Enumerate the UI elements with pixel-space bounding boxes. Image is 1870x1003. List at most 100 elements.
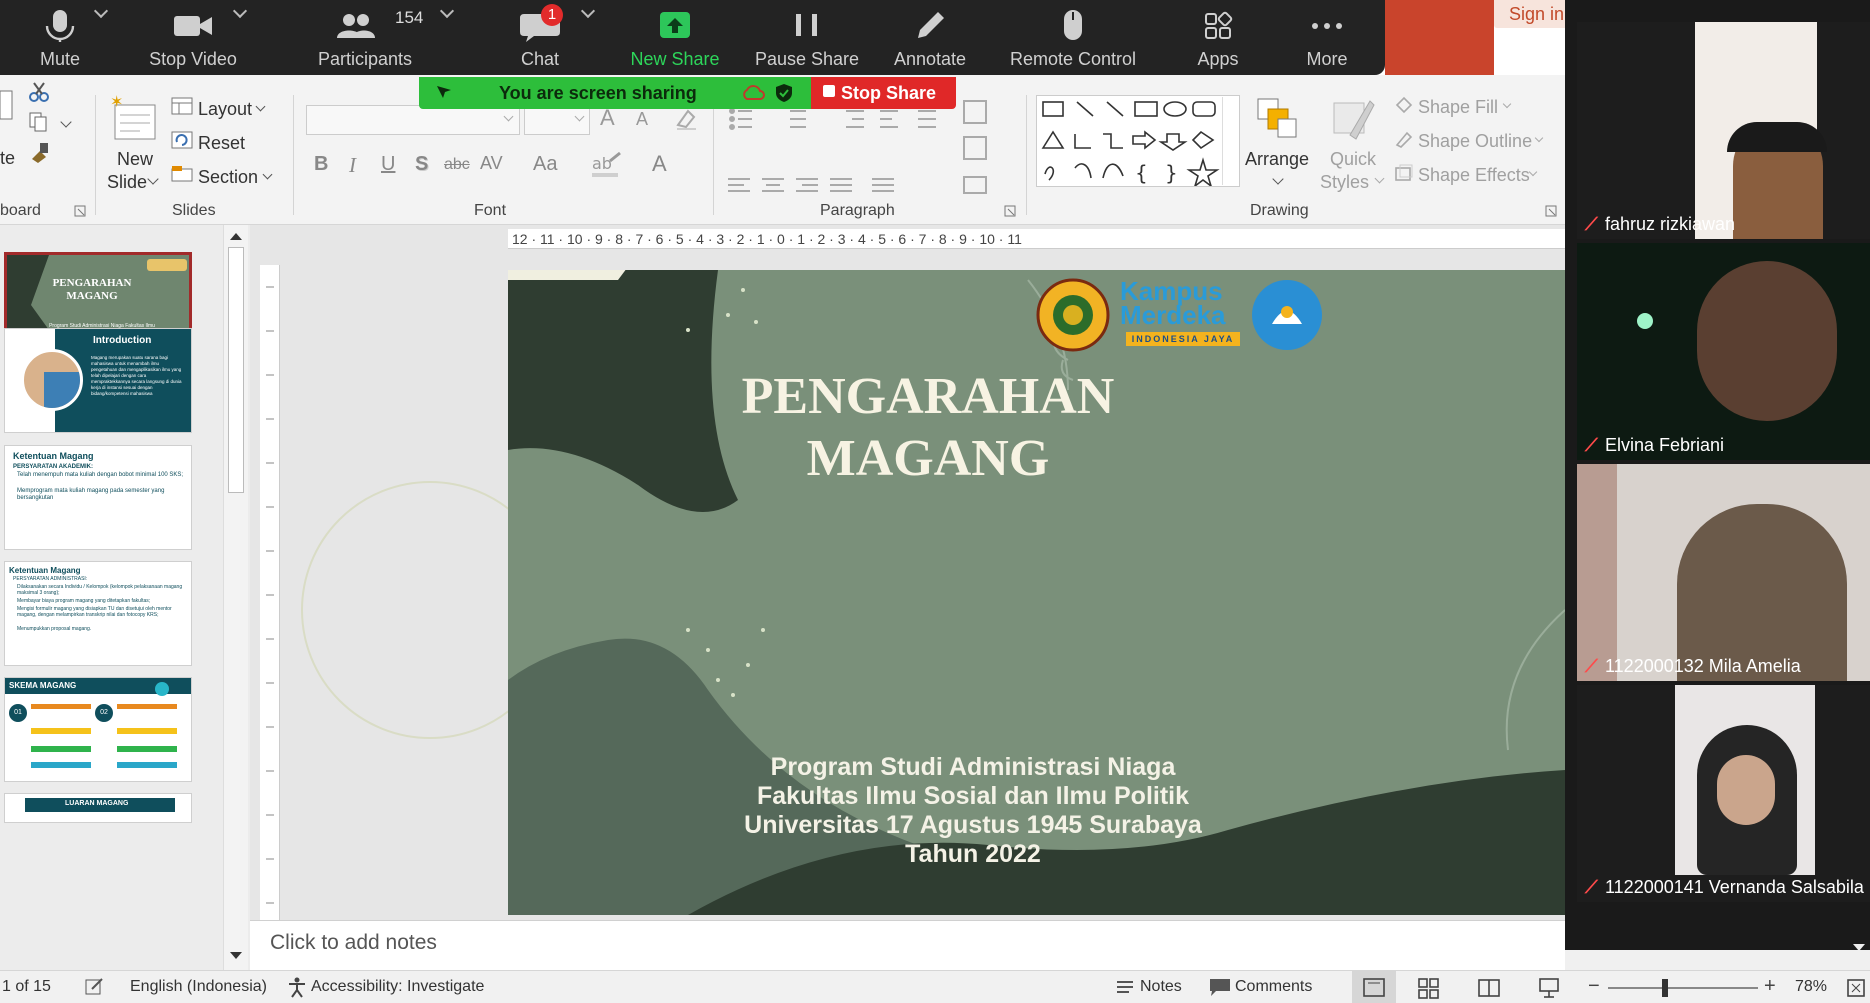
accessibility-status[interactable]: Accessibility: Investigate xyxy=(311,978,484,996)
font-color-icon[interactable]: A xyxy=(652,151,667,177)
arrange-icon[interactable] xyxy=(1254,95,1300,141)
shape-effects-dropdown-icon[interactable] xyxy=(1528,167,1538,177)
notes-pane[interactable]: Click to add notes xyxy=(250,920,1565,970)
underline-button[interactable]: U xyxy=(381,153,395,176)
shapes-icons[interactable]: {} xyxy=(1037,96,1237,189)
shape-outline-button[interactable]: Shape Outline xyxy=(1418,131,1532,152)
stop-share-button[interactable]: Stop Share xyxy=(811,77,956,109)
chat-button[interactable]: Chat xyxy=(500,6,580,72)
slideshow-icon[interactable] xyxy=(1538,977,1560,999)
arrange-dropdown-icon[interactable] xyxy=(1272,173,1284,185)
font-name-combo[interactable] xyxy=(306,105,520,135)
slide-thumbnail-2[interactable]: Introduction Magang merupakan suatu sara… xyxy=(4,328,192,433)
video-tile[interactable]: ⟋ fahruz rizkiawan xyxy=(1577,22,1870,239)
zoom-in-icon[interactable]: + xyxy=(1764,975,1776,998)
scrollbar-thumb[interactable] xyxy=(228,247,244,493)
normal-view-button[interactable] xyxy=(1352,971,1396,1003)
copy-dropdown-icon[interactable] xyxy=(60,116,72,128)
section-icon[interactable] xyxy=(171,165,193,183)
dialog-launcher-icon[interactable] xyxy=(74,205,86,217)
spell-check-icon[interactable] xyxy=(84,977,106,997)
bold-button[interactable]: B xyxy=(314,153,328,176)
highlight-icon[interactable]: ab xyxy=(592,151,622,179)
apps-button[interactable]: Apps xyxy=(1178,6,1258,72)
zoom-out-icon[interactable]: − xyxy=(1588,975,1600,998)
drag-handle-icon[interactable] xyxy=(435,84,453,102)
layout-dropdown-icon[interactable] xyxy=(255,101,266,112)
remote-control-button[interactable]: Remote Control xyxy=(1003,6,1143,72)
shape-outline-dropdown-icon[interactable] xyxy=(1534,133,1544,143)
quick-styles-label-2[interactable]: Styles xyxy=(1320,172,1369,193)
shape-outline-icon[interactable] xyxy=(1393,129,1415,149)
quick-styles-label-1[interactable]: Quick xyxy=(1330,149,1376,170)
new-slide-label-2[interactable]: Slide xyxy=(107,172,147,193)
shapes-gallery-scroll[interactable] xyxy=(1222,97,1238,185)
slide-thumbnail-4[interactable]: Ketentuan Magang PERSYARATAN ADMINISTRAS… xyxy=(4,561,192,666)
fit-slide-icon[interactable] xyxy=(1846,978,1866,998)
slide-thumbnail-6[interactable]: LUARAN MAGANG xyxy=(4,793,192,823)
notes-button[interactable]: Notes xyxy=(1140,978,1182,996)
shape-effects-button[interactable]: Shape Effects xyxy=(1418,165,1530,186)
reset-icon[interactable] xyxy=(171,131,193,149)
layout-icon[interactable] xyxy=(171,97,193,115)
new-slide-icon[interactable]: ✶ xyxy=(110,95,160,145)
italic-button[interactable]: I xyxy=(349,153,356,178)
dialog-launcher-icon[interactable] xyxy=(1004,205,1016,217)
reading-view-icon[interactable] xyxy=(1478,977,1500,999)
shape-fill-button[interactable]: Shape Fill xyxy=(1418,97,1498,118)
vertical-ruler[interactable] xyxy=(260,265,280,925)
scroll-up-icon[interactable] xyxy=(230,233,242,240)
new-share-button[interactable]: New Share xyxy=(620,6,730,72)
accessibility-icon[interactable] xyxy=(286,976,308,998)
thumbnails-scrollbar[interactable] xyxy=(223,225,248,970)
video-tile[interactable]: ⟋ 1122000141 Vernanda Salsabila xyxy=(1577,685,1870,902)
character-spacing-button[interactable]: AV xyxy=(480,153,503,174)
zoom-slider-thumb[interactable] xyxy=(1662,979,1668,997)
arrange-button[interactable]: Arrange xyxy=(1245,149,1309,170)
scroll-down-icon[interactable] xyxy=(230,952,242,959)
reset-button[interactable]: Reset xyxy=(198,133,245,154)
format-painter-icon[interactable] xyxy=(28,141,52,165)
new-slide-label-1[interactable]: New xyxy=(117,149,153,170)
current-slide[interactable]: Kampus Merdeka INDONESIA JAYA PENGARAHAN… xyxy=(508,270,1565,915)
shadow-button[interactable]: S xyxy=(415,153,428,176)
shapes-gallery[interactable]: {} xyxy=(1036,95,1240,189)
mute-button[interactable]: Mute xyxy=(20,6,100,72)
chat-options-icon[interactable] xyxy=(580,3,596,19)
dialog-launcher-icon[interactable] xyxy=(1545,205,1557,217)
slide-thumbnail-5[interactable]: SKEMA MAGANG 01 02 xyxy=(4,677,192,782)
copy-icon[interactable] xyxy=(28,111,50,133)
horizontal-ruler[interactable]: 12 · 11 · 10 · 9 · 8 · 7 · 6 · 5 · 4 · 3… xyxy=(508,229,1565,249)
cut-icon[interactable] xyxy=(28,81,50,103)
section-dropdown-icon[interactable] xyxy=(262,169,273,180)
more-button[interactable]: More xyxy=(1287,6,1367,72)
layout-button[interactable]: Layout xyxy=(198,99,252,120)
paste-icon[interactable] xyxy=(0,83,14,123)
quick-styles-icon[interactable] xyxy=(1330,95,1376,141)
screen-sharing-banner[interactable]: You are screen sharing xyxy=(419,77,816,109)
new-slide-dropdown-icon[interactable] xyxy=(147,173,159,185)
shrink-font-icon[interactable]: A xyxy=(636,109,648,130)
annotate-button[interactable]: Annotate xyxy=(880,6,980,72)
participants-options-icon[interactable] xyxy=(439,3,455,19)
section-button[interactable]: Section xyxy=(198,167,258,188)
text-direction-icons[interactable] xyxy=(960,97,992,207)
comments-button[interactable]: Comments xyxy=(1235,978,1312,996)
language-indicator[interactable]: English (Indonesia) xyxy=(130,978,267,996)
notes-icon[interactable] xyxy=(1115,978,1135,996)
shape-fill-dropdown-icon[interactable] xyxy=(1502,99,1512,109)
slide-title[interactable]: PENGARAHAN MAGANG xyxy=(678,366,1178,490)
zoom-level[interactable]: 78% xyxy=(1795,978,1827,996)
pause-share-button[interactable]: Pause Share xyxy=(752,6,862,72)
zoom-slider[interactable] xyxy=(1608,987,1758,989)
change-case-button[interactable]: Aa xyxy=(533,153,557,176)
paste-label[interactable]: te xyxy=(0,148,15,169)
quick-styles-dropdown-icon[interactable] xyxy=(1374,173,1385,184)
stop-video-button[interactable]: Stop Video xyxy=(138,6,248,72)
strikethrough-button[interactable]: abc xyxy=(444,156,470,174)
shape-fill-icon[interactable] xyxy=(1393,95,1415,115)
video-tile[interactable]: ⟋ 1122000132 Mila Amelia xyxy=(1577,464,1870,681)
slide-subtitle[interactable]: Program Studi Administrasi Niaga Fakulta… xyxy=(728,753,1218,869)
comments-icon[interactable] xyxy=(1208,977,1232,997)
slide-thumbnail-3[interactable]: Ketentuan Magang PERSYARATAN AKADEMIK: T… xyxy=(4,445,192,550)
